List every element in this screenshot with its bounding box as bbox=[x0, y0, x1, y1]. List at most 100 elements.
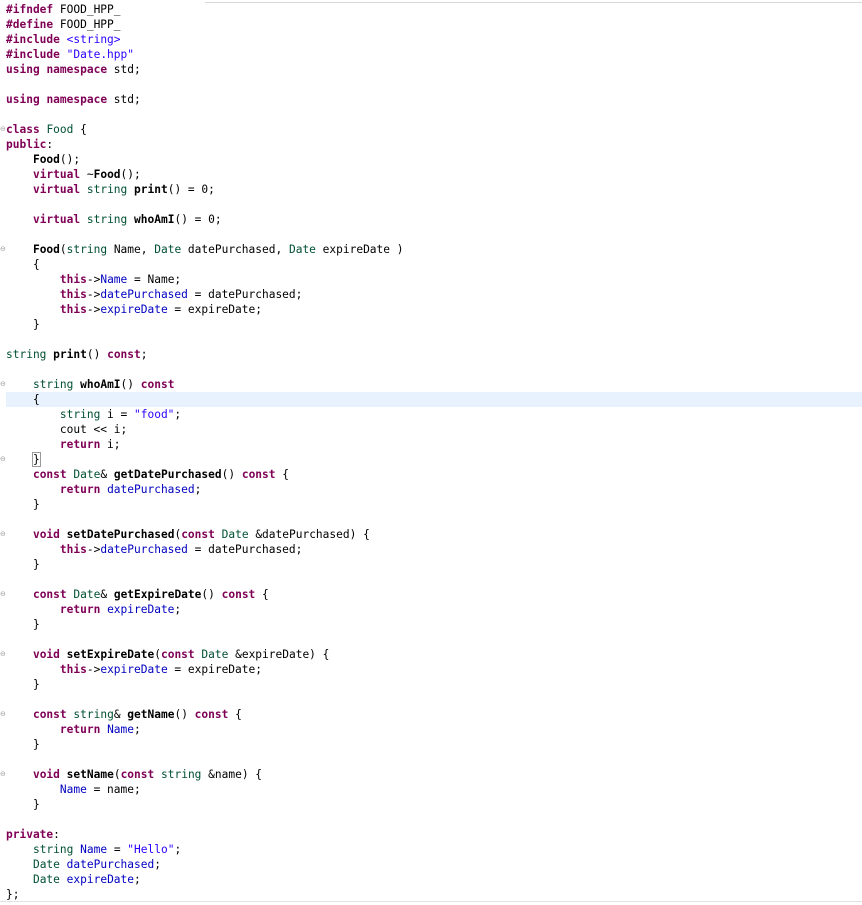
code-line[interactable] bbox=[6, 752, 862, 767]
code-line[interactable]: using namespace std; bbox=[6, 92, 862, 107]
code-token: i; bbox=[100, 438, 121, 451]
code-token: <string> bbox=[66, 33, 121, 46]
code-line[interactable]: public: bbox=[6, 137, 862, 152]
code-line[interactable] bbox=[6, 362, 862, 377]
code-line[interactable]: Food(); bbox=[6, 152, 862, 167]
code-line[interactable]: Date expireDate; bbox=[6, 872, 862, 887]
code-line[interactable]: this->expireDate = expireDate; bbox=[6, 302, 862, 317]
code-line[interactable]: } bbox=[6, 497, 862, 512]
code-token: ; bbox=[174, 603, 182, 616]
code-line[interactable]: { bbox=[6, 257, 862, 272]
code-line[interactable] bbox=[6, 197, 862, 212]
code-token: -> bbox=[86, 303, 101, 316]
code-line[interactable] bbox=[6, 512, 862, 527]
code-token: expireDate bbox=[107, 603, 175, 616]
code-line[interactable]: string print() const; bbox=[6, 347, 862, 362]
code-line[interactable]: string whoAmI() const bbox=[6, 377, 862, 392]
code-line[interactable]: }; bbox=[6, 887, 862, 902]
code-token: FOOD_HPP_ bbox=[53, 3, 121, 16]
code-line[interactable]: this->Name = Name; bbox=[6, 272, 862, 287]
code-line[interactable]: return Name; bbox=[6, 722, 862, 737]
code-line[interactable]: cout << i; bbox=[6, 422, 862, 437]
code-token: datePurchased bbox=[100, 543, 188, 556]
code-token: datePurchased, bbox=[181, 243, 289, 256]
code-token: ; bbox=[174, 408, 182, 421]
code-line[interactable]: #ifndef FOOD_HPP_ bbox=[6, 2, 862, 17]
code-line[interactable]: const string& getName() const { bbox=[6, 707, 862, 722]
code-area[interactable]: #ifndef FOOD_HPP_ #define FOOD_HPP_ #inclu… bbox=[6, 2, 862, 902]
code-line[interactable] bbox=[6, 227, 862, 242]
code-line[interactable]: #include <string> bbox=[6, 32, 862, 47]
code-line[interactable]: Name = name; bbox=[6, 782, 862, 797]
code-line[interactable]: } bbox=[6, 797, 862, 812]
code-line[interactable]: return i; bbox=[6, 437, 862, 452]
code-line[interactable] bbox=[6, 632, 862, 647]
code-line[interactable]: virtual string print() = 0; bbox=[6, 182, 862, 197]
code-token: () = 0; bbox=[174, 213, 222, 226]
code-token: print bbox=[53, 348, 87, 361]
code-token: ~ bbox=[80, 168, 94, 181]
code-token: ( bbox=[113, 768, 121, 781]
code-line[interactable] bbox=[6, 812, 862, 827]
code-token: string bbox=[32, 843, 74, 856]
code-line[interactable]: string i = "food"; bbox=[6, 407, 862, 422]
code-token: Name, bbox=[107, 243, 155, 256]
code-line[interactable]: } bbox=[6, 677, 862, 692]
code-token: const bbox=[241, 468, 276, 481]
code-line[interactable] bbox=[6, 77, 862, 92]
code-token: return bbox=[59, 438, 101, 451]
code-line[interactable]: virtual ~Food(); bbox=[6, 167, 862, 182]
code-line[interactable]: return expireDate; bbox=[6, 602, 862, 617]
code-token: void bbox=[32, 528, 60, 541]
code-token: Date bbox=[221, 528, 249, 541]
code-line[interactable]: void setName(const string &name) { bbox=[6, 767, 862, 782]
code-token: whoAmI bbox=[80, 378, 121, 391]
code-line[interactable]: #define FOOD_HPP_ bbox=[6, 17, 862, 32]
code-line[interactable]: Food(string Name, Date datePurchased, Da… bbox=[6, 242, 862, 257]
code-line[interactable]: class Food { bbox=[6, 122, 862, 137]
code-line[interactable] bbox=[6, 572, 862, 587]
code-line[interactable]: const Date& getDatePurchased() const { bbox=[6, 467, 862, 482]
code-line[interactable]: Date datePurchased; bbox=[6, 857, 862, 872]
code-token: const bbox=[140, 378, 175, 391]
code-line[interactable] bbox=[6, 692, 862, 707]
code-token: private bbox=[6, 828, 54, 841]
code-line[interactable]: } bbox=[6, 737, 862, 752]
code-line[interactable]: void setExpireDate(const Date &expireDat… bbox=[6, 647, 862, 662]
code-line[interactable]: string Name = "Hello"; bbox=[6, 842, 862, 857]
code-line[interactable]: } bbox=[6, 557, 862, 572]
code-token: Food bbox=[32, 153, 60, 166]
code-token: datePurchased bbox=[107, 483, 195, 496]
code-line[interactable]: } bbox=[6, 452, 862, 467]
code-line[interactable]: const Date& getExpireDate() const { bbox=[6, 587, 862, 602]
code-line[interactable]: this->datePurchased = datePurchased; bbox=[6, 542, 862, 557]
code-token: return bbox=[59, 483, 101, 496]
code-token: Name bbox=[107, 723, 135, 736]
code-line[interactable]: this->datePurchased = datePurchased; bbox=[6, 287, 862, 302]
code-line[interactable]: } bbox=[6, 617, 862, 632]
code-line[interactable]: } bbox=[6, 317, 862, 332]
code-line[interactable]: #include "Date.hpp" bbox=[6, 47, 862, 62]
code-line[interactable] bbox=[6, 332, 862, 347]
code-token: void bbox=[32, 768, 60, 781]
code-line[interactable]: return datePurchased; bbox=[6, 482, 862, 497]
code-token: expireDate bbox=[66, 873, 135, 886]
code-token: string bbox=[59, 408, 101, 421]
code-editor[interactable]: ⊖ ⊖ ⊖ ⊖ ⊖ ⊖ ⊖ ⊖ ⊖ #ifndef FOOD_HPP_ #define FOOD_… bbox=[0, 0, 862, 905]
code-line[interactable]: private: bbox=[6, 827, 862, 842]
code-line[interactable] bbox=[6, 107, 862, 122]
code-line[interactable]: using namespace std; bbox=[6, 62, 862, 77]
code-line[interactable]: { bbox=[6, 392, 862, 407]
code-line[interactable]: this->expireDate = expireDate; bbox=[6, 662, 862, 677]
code-line[interactable]: virtual string whoAmI() = 0; bbox=[6, 212, 862, 227]
code-line[interactable]: void setDatePurchased(const Date &datePu… bbox=[6, 527, 862, 542]
